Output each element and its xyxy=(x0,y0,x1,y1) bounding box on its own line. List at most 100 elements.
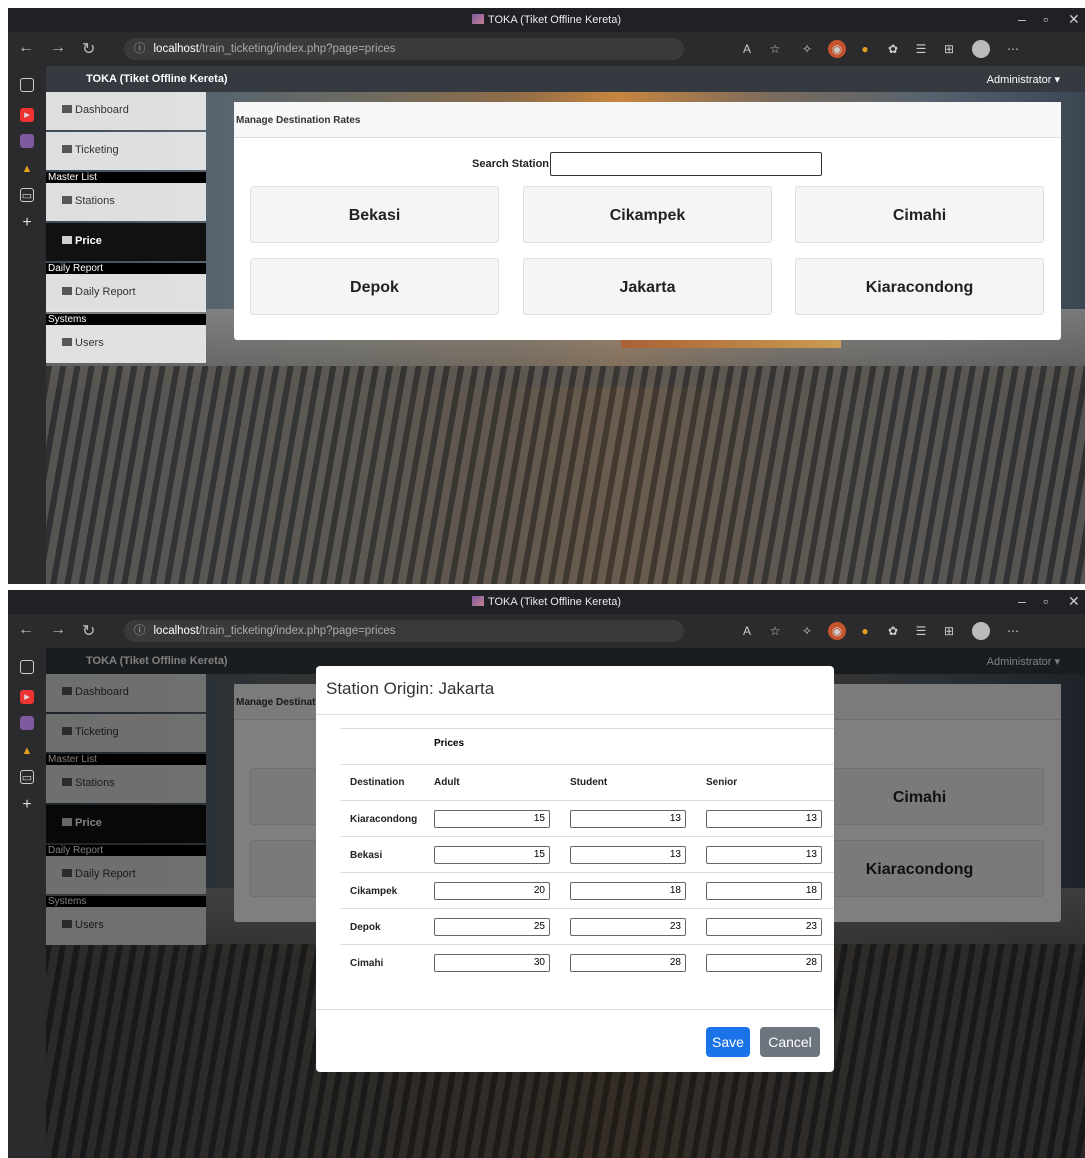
adult-header: Adult xyxy=(434,777,460,788)
bg-rails xyxy=(46,366,1085,584)
extensions-icon[interactable]: ✿ xyxy=(884,40,902,58)
extension-icon[interactable]: ✧ xyxy=(798,622,816,640)
sidebar-item-dashboard[interactable]: Dashboard xyxy=(46,92,206,130)
youtube-icon[interactable]: ▸ xyxy=(20,108,34,122)
profile-avatar[interactable] xyxy=(972,40,990,58)
adult-price-input[interactable]: 15 xyxy=(434,810,550,828)
extension-icon[interactable]: ✧ xyxy=(798,40,816,58)
sidebar-item-label: Ticketing xyxy=(75,144,119,156)
student-price-input[interactable]: 13 xyxy=(570,810,686,828)
window-titlebar: TOKA (Tiket Offline Kereta) – ▫ ✕ xyxy=(8,8,1085,32)
destination-name: Depok xyxy=(350,922,381,933)
close-icon[interactable]: ✕ xyxy=(1068,593,1080,610)
restore-icon[interactable]: ▫ xyxy=(1043,593,1048,609)
sidebar-item-price[interactable]: Price xyxy=(46,223,206,261)
station-tile-kiaracondong[interactable]: Kiaracondong xyxy=(795,258,1044,315)
extensions-icon[interactable]: ✿ xyxy=(884,622,902,640)
site-icon-2[interactable]: ▲ xyxy=(20,162,34,176)
site-icon[interactable] xyxy=(20,716,34,730)
url-path: /train_ticketing/index.php?page=prices xyxy=(198,625,396,637)
modal-title: Station Origin: Jakarta xyxy=(326,679,495,698)
sidebar-item-ticketing[interactable]: Ticketing xyxy=(46,132,206,170)
station-tile-bekasi[interactable]: Bekasi xyxy=(250,186,499,243)
screen-price-modal: TOKA (Tiket Offline Kereta) – ▫ ✕ ← → ↻ … xyxy=(8,590,1085,1158)
student-price-input[interactable]: 23 xyxy=(570,918,686,936)
site-icon-2[interactable]: ▲ xyxy=(20,744,34,758)
adult-price-input[interactable]: 15 xyxy=(434,846,550,864)
close-icon[interactable]: ✕ xyxy=(1068,11,1080,28)
address-bar[interactable]: ⓘ localhost/train_ticketing/index.php?pag… xyxy=(124,620,684,642)
senior-price-input[interactable]: 28 xyxy=(706,954,822,972)
refresh-icon[interactable]: ↻ xyxy=(82,621,95,641)
card-title: Manage Destination Rates xyxy=(234,102,1061,138)
tab-actions-icon[interactable] xyxy=(20,78,34,92)
student-price-input[interactable]: 13 xyxy=(570,846,686,864)
info-icon[interactable]: ⓘ xyxy=(134,43,146,55)
table-row: Kiaracondong 15 13 13 xyxy=(340,800,834,836)
station-tile-cimahi[interactable]: Cimahi xyxy=(795,186,1044,243)
add-site-icon[interactable]: + xyxy=(20,797,34,813)
more-menu-icon[interactable]: ⋯ xyxy=(1004,40,1022,58)
back-icon[interactable]: ← xyxy=(18,621,34,639)
senior-price-input[interactable]: 13 xyxy=(706,810,822,828)
address-bar[interactable]: ⓘ localhost/train_ticketing/index.php?pag… xyxy=(124,38,684,60)
app-sidebar: Dashboard Ticketing Master List Stations… xyxy=(46,92,206,365)
station-tile-cikampek[interactable]: Cikampek xyxy=(523,186,772,243)
senior-price-input[interactable]: 13 xyxy=(706,846,822,864)
forward-icon[interactable]: → xyxy=(50,39,66,57)
outlook-icon[interactable]: ▭ xyxy=(20,770,34,784)
ticket-icon xyxy=(62,145,72,153)
collections-icon[interactable]: ⊞ xyxy=(940,622,958,640)
extension-cookie-icon[interactable]: ● xyxy=(856,40,874,58)
price-modal: Station Origin: Jakarta Prices Destinati… xyxy=(316,666,834,1072)
edge-sidebar: ▸ ▲ ▭ + xyxy=(8,66,46,584)
restore-icon[interactable]: ▫ xyxy=(1043,11,1048,27)
student-price-input[interactable]: 18 xyxy=(570,882,686,900)
forward-icon[interactable]: → xyxy=(50,621,66,639)
sidebar-section-master: Master List xyxy=(46,172,206,183)
read-aloud-icon[interactable]: A xyxy=(738,40,756,58)
extension-cookie-icon[interactable]: ● xyxy=(856,622,874,640)
senior-price-input[interactable]: 18 xyxy=(706,882,822,900)
search-input[interactable] xyxy=(550,152,822,176)
table-row: Bekasi 15 13 13 xyxy=(340,836,834,872)
adult-price-input[interactable]: 20 xyxy=(434,882,550,900)
favorites-icon[interactable]: ☰ xyxy=(912,40,930,58)
station-tile-depok[interactable]: Depok xyxy=(250,258,499,315)
favorite-star-icon[interactable]: ☆ xyxy=(766,622,784,640)
refresh-icon[interactable]: ↻ xyxy=(82,39,95,59)
adult-price-input[interactable]: 30 xyxy=(434,954,550,972)
youtube-icon[interactable]: ▸ xyxy=(20,690,34,704)
adult-price-input[interactable]: 25 xyxy=(434,918,550,936)
cancel-button[interactable]: Cancel xyxy=(760,1027,820,1057)
sidebar-item-users[interactable]: Users xyxy=(46,325,206,363)
destination-name: Cimahi xyxy=(350,958,384,969)
minimize-icon[interactable]: – xyxy=(1018,593,1026,609)
back-icon[interactable]: ← xyxy=(18,39,34,57)
outlook-icon[interactable]: ▭ xyxy=(20,188,34,202)
minimize-icon[interactable]: – xyxy=(1018,11,1026,27)
sidebar-section-daily: Daily Report xyxy=(46,263,206,274)
sidebar-item-daily-report[interactable]: Daily Report xyxy=(46,274,206,312)
more-menu-icon[interactable]: ⋯ xyxy=(1004,622,1022,640)
sidebar-item-stations[interactable]: Stations xyxy=(46,183,206,221)
table-header-row: Destination Adult Student Senior xyxy=(340,764,834,800)
read-aloud-icon[interactable]: A xyxy=(738,622,756,640)
add-site-icon[interactable]: + xyxy=(20,215,34,231)
save-button[interactable]: Save xyxy=(706,1027,750,1057)
extension-shield-icon[interactable]: ◉ xyxy=(828,40,846,58)
prices-header: Prices xyxy=(434,738,465,749)
collections-icon[interactable]: ⊞ xyxy=(940,40,958,58)
favorites-icon[interactable]: ☰ xyxy=(912,622,930,640)
extension-shield-icon[interactable]: ◉ xyxy=(828,622,846,640)
student-price-input[interactable]: 28 xyxy=(570,954,686,972)
senior-price-input[interactable]: 23 xyxy=(706,918,822,936)
info-icon[interactable]: ⓘ xyxy=(134,625,146,637)
profile-avatar[interactable] xyxy=(972,622,990,640)
brand-title[interactable]: TOKA (Tiket Offline Kereta) xyxy=(86,73,228,85)
tab-actions-icon[interactable] xyxy=(20,660,34,674)
user-menu[interactable]: Administrator ▾ xyxy=(987,73,1060,86)
favorite-star-icon[interactable]: ☆ xyxy=(766,40,784,58)
site-icon[interactable] xyxy=(20,134,34,148)
station-tile-jakarta[interactable]: Jakarta xyxy=(523,258,772,315)
